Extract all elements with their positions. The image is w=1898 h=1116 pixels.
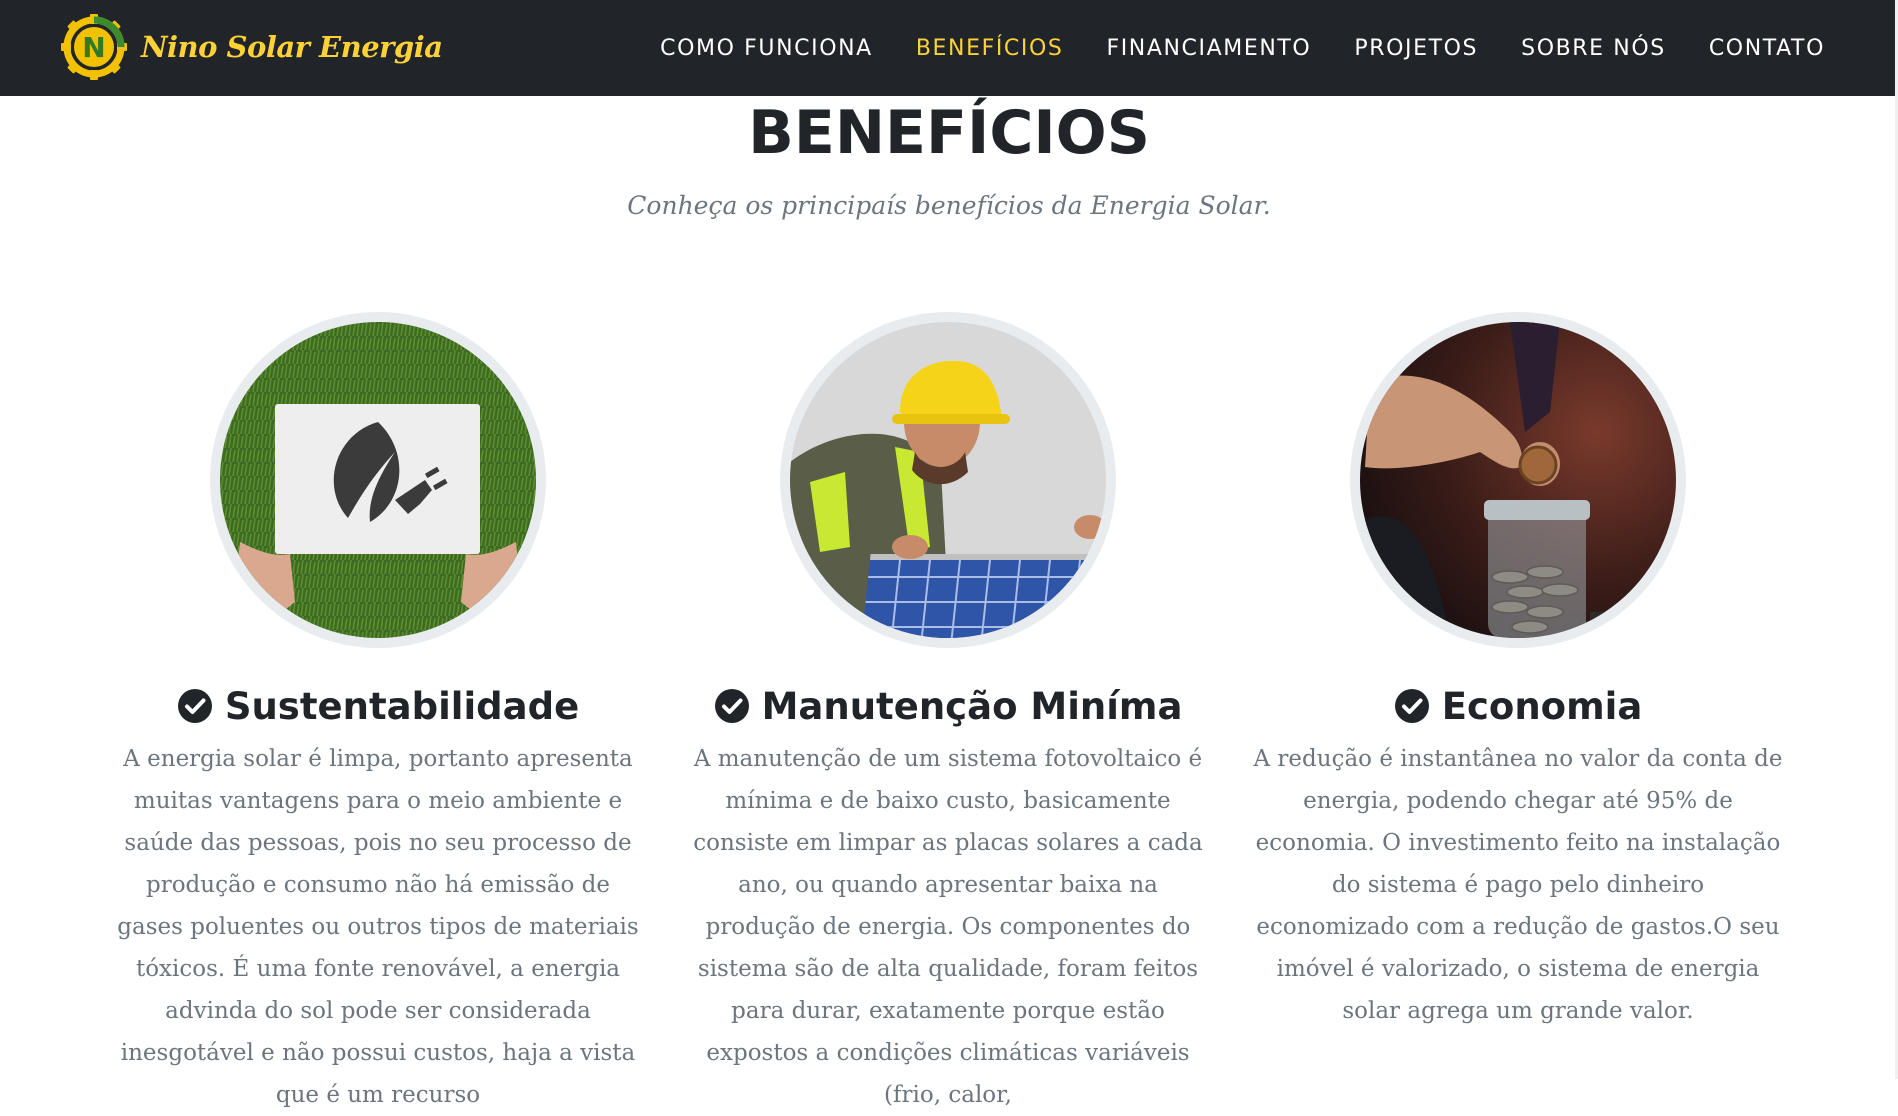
section-subtitle: Conheça os principaís benefícios da Ener… (627, 191, 1271, 220)
nav-link-beneficios[interactable]: Benefícios (916, 36, 1064, 61)
nav-link-sobre-nos[interactable]: Sobre Nós (1521, 36, 1666, 61)
technician-solar-panel-image (790, 322, 1106, 638)
logo-gear-icon: N (61, 14, 127, 80)
feature-title: Sustentabilidade (224, 684, 580, 728)
section-title: BENEFÍCIOS (748, 98, 1150, 168)
check-circle-icon (714, 689, 749, 723)
svg-text:N: N (82, 31, 105, 64)
navbar: N Nino Solar Energia Como Funciona Benefí… (0, 0, 1895, 96)
feature-description: A redução é instantânea no valor da cont… (1253, 746, 1783, 1024)
feature-image-frame (780, 312, 1116, 648)
brand-link[interactable]: N Nino Solar Energia (59, 12, 443, 82)
nav-link-contato[interactable]: Contato (1709, 36, 1825, 61)
check-circle-icon (177, 689, 212, 723)
main-nav: Como Funciona Benefícios Financiamento Proj… (617, 0, 1825, 96)
feature-description: A manutenção de um sistema fotovoltaico … (693, 746, 1203, 1108)
coin-jar-image (1360, 322, 1676, 638)
feature-description: A energia solar é limpa, portanto aprese… (117, 746, 639, 1108)
feature-image-frame (210, 312, 546, 648)
nav-link-projetos[interactable]: Projetos (1354, 36, 1478, 61)
check-circle-icon (1394, 689, 1429, 723)
nav-link-financiamento[interactable]: Financiamento (1106, 36, 1311, 61)
nav-link-como-funciona[interactable]: Como Funciona (660, 36, 873, 61)
brand-name: Nino Solar Energia (141, 30, 443, 64)
feature-image-frame (1350, 312, 1686, 648)
feature-economia: Economia A redução é instantânea no valo… (1248, 312, 1788, 1032)
feature-title: Economia (1441, 684, 1643, 728)
feature-title: Manutenção Miníma (761, 684, 1183, 728)
feature-manutencao: Manutenção Miníma A manutenção de um sis… (678, 312, 1218, 1116)
feature-sustentabilidade: Sustentabilidade A energia solar é limpa… (108, 312, 648, 1116)
leaf-plug-image (220, 322, 536, 638)
